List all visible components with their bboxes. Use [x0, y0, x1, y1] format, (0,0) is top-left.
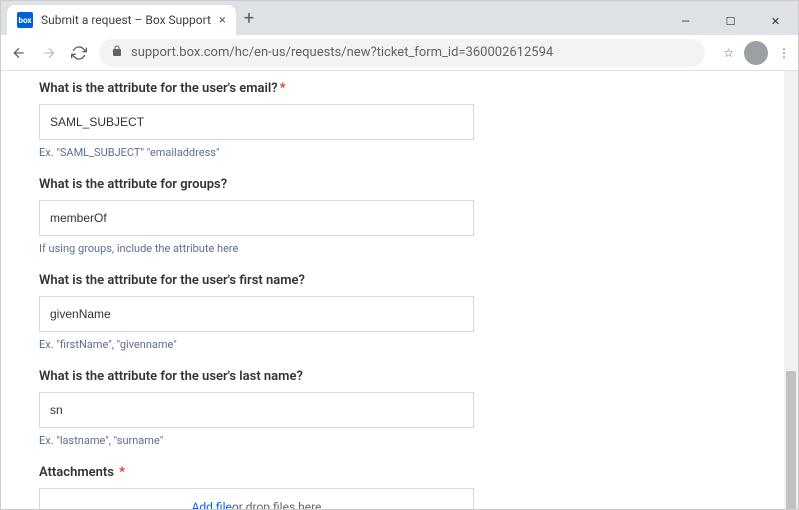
firstname-attr-label: What is the attribute for the user's fir… [39, 273, 760, 288]
firstname-attr-hint: Ex. "firstName", "givenname" [39, 338, 760, 351]
forward-button[interactable] [39, 45, 59, 61]
scrollbar-thumb[interactable] [786, 371, 796, 509]
attachments-dropzone[interactable]: Add file or drop files here [39, 488, 474, 509]
lock-icon [111, 45, 123, 61]
lastname-attr-input[interactable] [39, 392, 474, 428]
browser-toolbar: support.box.com/hc/en-us/requests/new?ti… [1, 35, 798, 71]
menu-icon[interactable]: ⋮ [778, 46, 790, 60]
attachments-label: Attachments * [39, 465, 760, 480]
drop-files-text: or drop files here [232, 500, 322, 509]
minimize-button[interactable]: — [663, 7, 708, 35]
lastname-attr-hint: Ex. "lastname", "surname" [39, 434, 760, 447]
maximize-button[interactable]: ☐ [708, 7, 753, 35]
groups-attr-input[interactable] [39, 200, 474, 236]
address-bar[interactable]: support.box.com/hc/en-us/requests/new?ti… [99, 39, 705, 67]
new-tab-button[interactable]: + [244, 8, 254, 29]
star-icon[interactable]: ☆ [723, 46, 734, 60]
email-attr-input[interactable] [39, 104, 474, 140]
tab-title: Submit a request – Box Support [41, 13, 211, 27]
firstname-attr-input[interactable] [39, 296, 474, 332]
page-content: What is the attribute for the user's ema… [1, 71, 798, 509]
email-attr-hint: Ex. "SAML_SUBJECT" "emailaddress" [39, 146, 760, 159]
required-asterisk: * [280, 81, 286, 96]
close-tab-icon[interactable]: × [219, 13, 226, 28]
url-text: support.box.com/hc/en-us/requests/new?ti… [131, 45, 553, 60]
required-asterisk: * [116, 465, 125, 480]
browser-tab[interactable]: box Submit a request – Box Support × [7, 5, 236, 35]
add-file-link[interactable]: Add file [192, 500, 232, 509]
close-window-button[interactable]: ✕ [753, 7, 798, 35]
back-button[interactable] [9, 45, 29, 61]
groups-attr-label: What is the attribute for groups? [39, 177, 760, 192]
email-attr-label: What is the attribute for the user's ema… [39, 81, 760, 96]
scrollbar-track[interactable] [784, 71, 798, 509]
profile-avatar[interactable] [744, 41, 768, 65]
box-favicon: box [17, 12, 33, 28]
tab-strip: box Submit a request – Box Support × + —… [1, 1, 798, 35]
reload-button[interactable] [69, 45, 89, 61]
lastname-attr-label: What is the attribute for the user's las… [39, 369, 760, 384]
groups-attr-hint: If using groups, include the attribute h… [39, 242, 760, 255]
